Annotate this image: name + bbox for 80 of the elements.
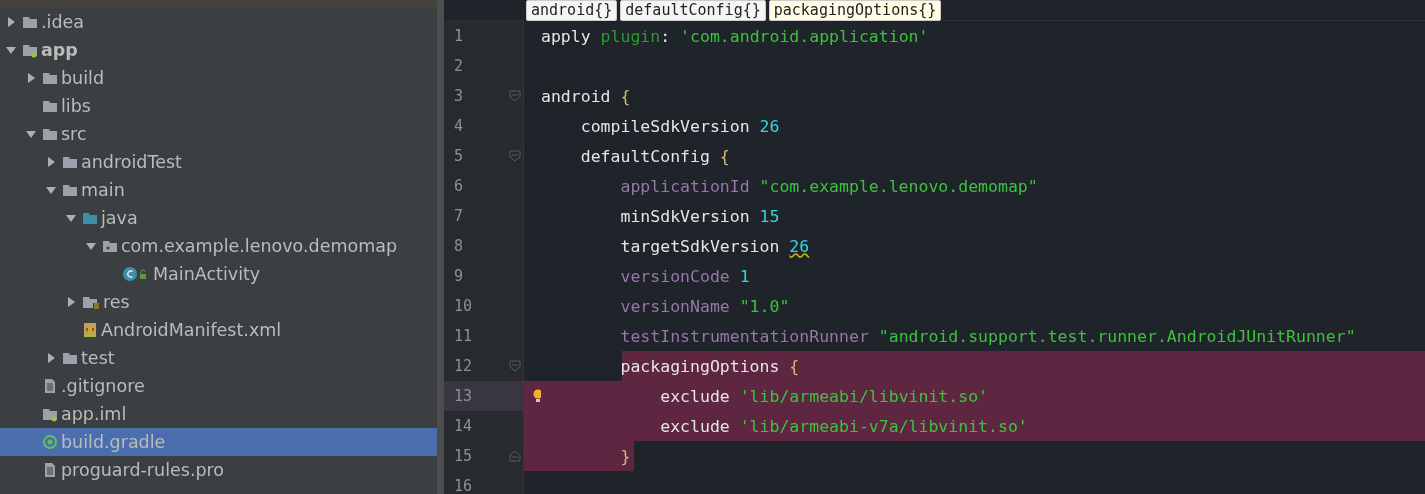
code-line: exclude 'lib/armeabi/libvinit.so' bbox=[659, 386, 989, 406]
code-line: defaultConfig { bbox=[579, 146, 730, 166]
line-number: 6 bbox=[454, 178, 464, 194]
code-line: minSdkVersion 15 bbox=[619, 206, 780, 226]
tree-item[interactable]: com.example.lenovo.demomap bbox=[0, 232, 437, 260]
folder-icon bbox=[42, 70, 58, 86]
tree-item[interactable]: MainActivity bbox=[0, 260, 437, 288]
fold-icon[interactable] bbox=[509, 450, 521, 462]
collapsed-arrow-icon bbox=[6, 17, 16, 27]
folder-icon bbox=[22, 14, 38, 30]
tree-item[interactable]: app.iml bbox=[0, 400, 437, 428]
tree-item[interactable]: java bbox=[0, 204, 437, 232]
line-number: 7 bbox=[454, 208, 464, 224]
line-number: 13 bbox=[454, 388, 473, 404]
tree-item[interactable]: app bbox=[0, 36, 437, 64]
expanded-arrow-icon bbox=[26, 129, 36, 139]
collapsed-arrow-icon bbox=[46, 353, 56, 363]
expanded-arrow-icon bbox=[6, 45, 16, 55]
code-line: exclude 'lib/armeabi-v7a/libvinit.so' bbox=[659, 416, 1028, 436]
code-line: android { bbox=[541, 86, 631, 106]
line-number: 4 bbox=[454, 118, 464, 134]
code-line: versionCode 1 bbox=[619, 266, 750, 286]
line-number: 14 bbox=[454, 418, 473, 434]
file-icon bbox=[42, 462, 58, 478]
line-number: 1 bbox=[454, 28, 464, 44]
tree-item[interactable]: .gitignore bbox=[0, 372, 437, 400]
expanded-arrow-icon bbox=[66, 213, 76, 223]
folder-icon bbox=[42, 98, 58, 114]
line-number: 3 bbox=[454, 88, 464, 104]
tree-item[interactable]: main bbox=[0, 176, 437, 204]
folder-icon bbox=[22, 42, 38, 58]
breadcrumb[interactable]: android{} bbox=[526, 0, 618, 21]
line-number: 11 bbox=[454, 328, 473, 344]
package-icon bbox=[102, 238, 118, 254]
folder-icon bbox=[62, 154, 78, 170]
code-line: testInstrumentationRunner "android.support.test.runner.AndroidJUnitRunner" bbox=[619, 326, 1356, 346]
line-number: 9 bbox=[454, 268, 464, 284]
line-number: 10 bbox=[454, 298, 473, 314]
code-line: versionName "1.0" bbox=[619, 296, 790, 316]
line-number: 2 bbox=[454, 58, 464, 74]
breadcrumb[interactable]: packagingOptions{} bbox=[768, 0, 942, 21]
line-number: 12 bbox=[454, 358, 473, 374]
line-number: 15 bbox=[454, 448, 473, 464]
line-number: 5 bbox=[454, 148, 464, 164]
code-line: } bbox=[619, 446, 631, 466]
tree-item[interactable]: AndroidManifest.xml bbox=[0, 316, 437, 344]
collapsed-arrow-icon bbox=[26, 73, 36, 83]
code-line: packagingOptions { bbox=[619, 356, 800, 376]
folder-icon bbox=[62, 182, 78, 198]
folder-icon bbox=[42, 126, 58, 142]
tree-item[interactable]: test bbox=[0, 344, 437, 372]
line-number: 16 bbox=[454, 478, 473, 494]
tree-item[interactable]: res bbox=[0, 288, 437, 316]
folder-icon bbox=[82, 210, 98, 226]
collapsed-arrow-icon bbox=[46, 157, 56, 167]
tree-item[interactable]: src bbox=[0, 120, 437, 148]
expanded-arrow-icon bbox=[46, 185, 56, 195]
tree-item[interactable]: .idea bbox=[0, 8, 437, 36]
breadcrumb[interactable]: defaultConfig{} bbox=[620, 0, 766, 21]
file-icon bbox=[42, 406, 58, 422]
fold-icon[interactable] bbox=[509, 360, 521, 372]
tree-item[interactable]: androidTest bbox=[0, 148, 437, 176]
code-line: compileSdkVersion 26 bbox=[579, 116, 780, 136]
collapsed-arrow-icon bbox=[66, 297, 76, 307]
code-line: apply plugin: 'com.android.application' bbox=[541, 26, 929, 46]
expanded-arrow-icon bbox=[86, 241, 96, 251]
tree-item[interactable]: build bbox=[0, 64, 437, 92]
folder-icon bbox=[62, 350, 78, 366]
fold-icon[interactable] bbox=[509, 90, 521, 102]
scrollbar[interactable] bbox=[437, 0, 444, 494]
code-line: applicationId "com.example.lenovo.demomap" bbox=[619, 176, 1038, 196]
file-icon bbox=[42, 378, 58, 394]
manifest-icon bbox=[82, 322, 98, 338]
gradle-icon bbox=[42, 434, 58, 450]
tree-item[interactable]: libs bbox=[0, 92, 437, 120]
tree-item[interactable]: proguard-rules.pro bbox=[0, 456, 437, 484]
code-line: targetSdkVersion 26 bbox=[619, 236, 810, 256]
fold-icon[interactable] bbox=[509, 150, 521, 162]
folder-icon bbox=[82, 294, 100, 310]
line-number: 8 bbox=[454, 238, 464, 254]
